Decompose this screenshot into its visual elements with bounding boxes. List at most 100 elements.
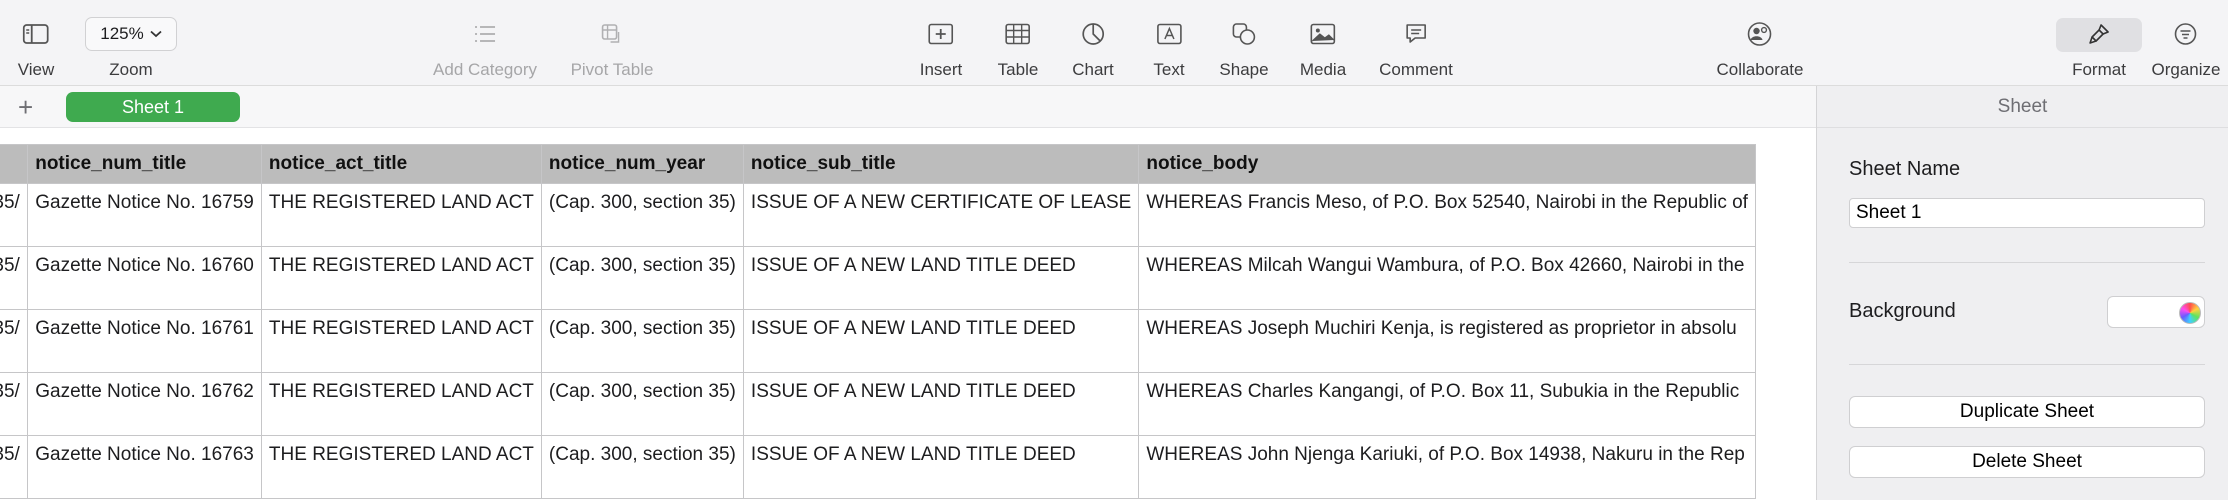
tab-sheet-1[interactable]: Sheet 1 [66, 92, 240, 122]
chart-button[interactable]: Chart [1072, 14, 1114, 80]
insert-button[interactable]: Insert [919, 14, 963, 80]
background-label: Background [1849, 300, 1956, 322]
duplicate-sheet-button[interactable]: Duplicate Sheet [1849, 396, 2205, 428]
table-icon [1005, 14, 1031, 54]
table-cell[interactable]: (Cap. 300, section 35) [540, 246, 744, 310]
shape-button[interactable]: Shape [1219, 14, 1269, 80]
divider [1849, 364, 2205, 365]
toolbar: View 125% Zoom Add Category Pivot Table … [0, 0, 2228, 86]
color-wheel-icon[interactable] [2179, 302, 2201, 324]
text-label: Text [1153, 60, 1185, 79]
format-label: Format [2072, 60, 2126, 79]
column-header[interactable]: notice_num_year [540, 144, 744, 184]
add-category-label: Add Category [433, 60, 537, 79]
table-cell[interactable]: No. 135/ [0, 246, 29, 310]
inspector-header: Sheet [1817, 86, 2228, 128]
table-cell[interactable]: THE REGISTERED LAND ACT [260, 435, 542, 499]
table-row: No. 135/ Gazette Notice No. 16763 THE RE… [0, 435, 1756, 499]
zoom-control[interactable]: 125% Zoom [85, 14, 177, 80]
table-cell[interactable]: No. 135/ [0, 309, 29, 373]
table-cell[interactable]: WHEREAS Charles Kangangi, of P.O. Box 11… [1138, 372, 1756, 436]
divider [1849, 262, 2205, 263]
table-cell[interactable]: Gazette Notice No. 16762 [27, 372, 262, 436]
chart-icon [1081, 14, 1105, 54]
pivot-table-label: Pivot Table [570, 60, 654, 79]
text-box-icon [1156, 14, 1182, 54]
table-cell[interactable]: ISSUE OF A NEW LAND TITLE DEED [742, 372, 1140, 436]
table-cell[interactable]: WHEREAS Francis Meso, of P.O. Box 52540,… [1138, 183, 1756, 247]
table-cell[interactable]: THE REGISTERED LAND ACT [260, 246, 542, 310]
table-cell[interactable]: WHEREAS John Njenga Kariuki, of P.O. Box… [1138, 435, 1756, 499]
collaborate-icon [1746, 14, 1774, 54]
chart-label: Chart [1072, 60, 1114, 79]
table-cell[interactable]: WHEREAS Joseph Muchiri Kenja, is registe… [1138, 309, 1756, 373]
table-cell[interactable]: (Cap. 300, section 35) [540, 372, 744, 436]
sheet-tab-bar: + Sheet 1 [0, 86, 1816, 128]
organize-label: Organize [2151, 60, 2221, 79]
background-color-well[interactable] [2107, 296, 2205, 328]
chevron-down-icon [150, 30, 162, 38]
view-label: View [17, 60, 55, 79]
table-label: Table [997, 60, 1039, 79]
table-cell[interactable]: ISSUE OF A NEW LAND TITLE DEED [742, 435, 1140, 499]
media-button[interactable]: Media [1300, 14, 1346, 80]
paintbrush-icon [2087, 14, 2111, 54]
comment-icon [1404, 14, 1428, 54]
table-row: No. 135/ Gazette Notice No. 16761 THE RE… [0, 309, 1756, 373]
table-row: No. 135/ Gazette Notice No. 16762 THE RE… [0, 372, 1756, 436]
table-row: No. 135/ Gazette Notice No. 16759 THE RE… [0, 183, 1756, 247]
organize-button[interactable]: Organize [2151, 14, 2221, 80]
zoom-label: Zoom [109, 60, 153, 79]
organize-icon [2174, 14, 2198, 54]
pivot-table-icon [600, 14, 624, 54]
delete-sheet-button[interactable]: Delete Sheet [1849, 446, 2205, 478]
sheet-name-input[interactable] [1849, 198, 2205, 228]
table-cell[interactable]: ISSUE OF A NEW LAND TITLE DEED [742, 246, 1140, 310]
table-cell[interactable]: ISSUE OF A NEW CERTIFICATE OF LEASE [742, 183, 1140, 247]
table-row: No. 135/ Gazette Notice No. 16760 THE RE… [0, 246, 1756, 310]
table-cell[interactable]: ISSUE OF A NEW LAND TITLE DEED [742, 309, 1140, 373]
column-header[interactable]: notice_act_title [260, 144, 542, 184]
data-table[interactable]: notice_num_title notice_act_title notice… [0, 144, 1756, 499]
sheet-name-label: Sheet Name [1849, 158, 1961, 180]
add-sheet-button[interactable]: + [18, 92, 33, 123]
add-category-button[interactable]: Add Category [433, 14, 537, 80]
table-cell[interactable]: Gazette Notice No. 16759 [27, 183, 262, 247]
collaborate-button[interactable]: Collaborate [1716, 14, 1804, 80]
table-cell[interactable]: THE REGISTERED LAND ACT [260, 309, 542, 373]
table-button[interactable]: Table [997, 14, 1039, 80]
table-cell[interactable]: THE REGISTERED LAND ACT [260, 372, 542, 436]
zoom-value: 125% [100, 24, 144, 43]
list-icon [473, 14, 497, 54]
insert-label: Insert [919, 60, 963, 79]
sidebar-icon [23, 14, 49, 54]
zoom-select[interactable]: 125% [85, 17, 177, 51]
table-cell[interactable]: Gazette Notice No. 16760 [27, 246, 262, 310]
table-cell[interactable]: (Cap. 300, section 35) [540, 309, 744, 373]
column-header[interactable] [0, 144, 29, 184]
table-cell[interactable]: WHEREAS Milcah Wangui Wambura, of P.O. B… [1138, 246, 1756, 310]
table-cell[interactable]: Gazette Notice No. 16761 [27, 309, 262, 373]
format-button[interactable]: Format [2072, 14, 2126, 80]
collaborate-label: Collaborate [1716, 60, 1804, 79]
view-button[interactable]: View [17, 14, 55, 80]
table-cell[interactable]: THE REGISTERED LAND ACT [260, 183, 542, 247]
table-cell[interactable]: No. 135/ [0, 435, 29, 499]
photo-icon [1310, 14, 1336, 54]
insert-icon [928, 14, 954, 54]
format-inspector: Sheet Sheet Name Background Duplicate Sh… [1816, 86, 2228, 500]
table-cell[interactable]: Gazette Notice No. 16763 [27, 435, 262, 499]
column-header[interactable]: notice_num_title [27, 144, 262, 184]
spreadsheet-canvas[interactable]: notice_num_title notice_act_title notice… [0, 128, 1816, 500]
table-cell[interactable]: (Cap. 300, section 35) [540, 183, 744, 247]
text-button[interactable]: Text [1153, 14, 1185, 80]
comment-label: Comment [1379, 60, 1453, 79]
header-row: notice_num_title notice_act_title notice… [0, 144, 1756, 184]
comment-button[interactable]: Comment [1379, 14, 1453, 80]
pivot-table-button[interactable]: Pivot Table [570, 14, 654, 80]
column-header[interactable]: notice_body [1138, 144, 1756, 184]
table-cell[interactable]: (Cap. 300, section 35) [540, 435, 744, 499]
table-cell[interactable]: No. 135/ [0, 183, 29, 247]
table-cell[interactable]: No. 135/ [0, 372, 29, 436]
column-header[interactable]: notice_sub_title [742, 144, 1140, 184]
